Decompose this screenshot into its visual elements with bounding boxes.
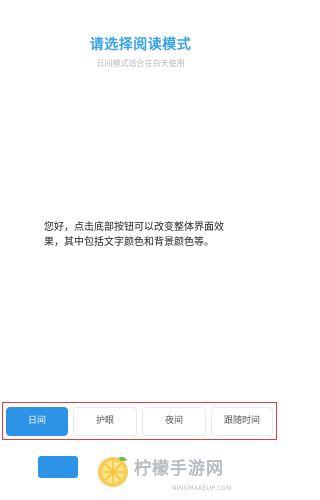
preview-text: 您好，点击底部按钮可以改变整体界面效果，其中包括文字颜色和背景颜色等。: [44, 222, 224, 248]
watermark-url: NINGMAKEUP.COM: [172, 485, 232, 492]
eye-care-mode-button[interactable]: 护眼: [73, 407, 137, 436]
watermark-brand: 柠檬手游网: [134, 459, 224, 479]
night-mode-button[interactable]: 夜间: [142, 407, 206, 436]
lemon-logo-icon: [98, 456, 128, 487]
page-subtitle: 日间模式适合在白天使用: [96, 59, 185, 68]
confirm-button[interactable]: [38, 456, 78, 478]
day-mode-button[interactable]: 日间: [6, 407, 68, 436]
reading-mode-screen: 请选择阅读模式 日间模式适合在白天使用 您好，点击底部按钮可以改变整体界面效果，…: [0, 0, 281, 500]
page-title: 请选择阅读模式: [89, 37, 192, 53]
follow-time-mode-button[interactable]: 跟随时间: [211, 407, 273, 436]
